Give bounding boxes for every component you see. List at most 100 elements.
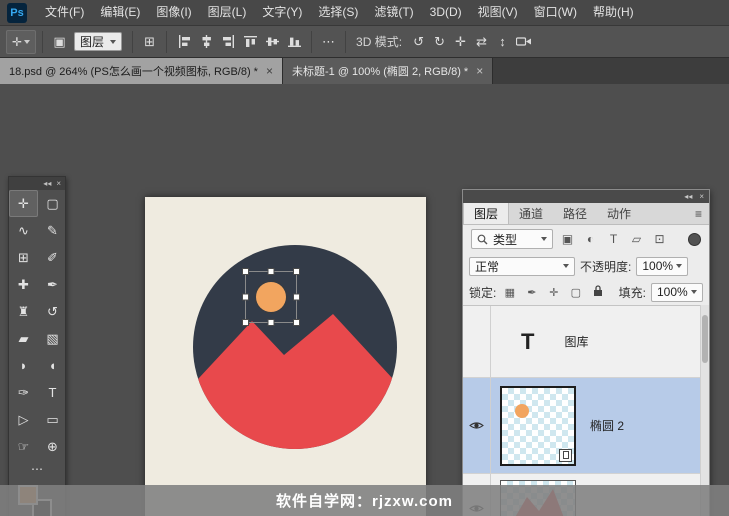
- visibility-toggle[interactable]: [463, 306, 491, 377]
- filter-shape-icon[interactable]: ▱: [628, 232, 645, 246]
- clone-stamp-tool[interactable]: ♜: [9, 298, 38, 325]
- thumbnail-sun-shape: [515, 403, 529, 418]
- align-top-icon[interactable]: [239, 34, 261, 50]
- layer-filter-row: 类型 ▣ ◐ T ▱ ⊡: [463, 225, 709, 253]
- shape-tool[interactable]: ▭: [38, 406, 67, 433]
- fill-label: 填充:: [618, 285, 646, 300]
- menu-item-edit[interactable]: 编辑(E): [92, 0, 148, 25]
- marquee-tool[interactable]: ▢: [38, 190, 67, 217]
- eyedropper-tool[interactable]: ✐: [38, 244, 67, 271]
- blur-tool[interactable]: ◗: [9, 352, 38, 379]
- move-tool[interactable]: ✛: [9, 190, 38, 217]
- lock-artboard-icon[interactable]: ▢: [567, 286, 584, 299]
- close-icon[interactable]: ×: [56, 177, 61, 190]
- menu-item-filter[interactable]: 滤镜(T): [366, 0, 421, 25]
- tool-options-bar: ✛ ▣ 图层 ⊞ ⋯ 3D 模式: ↺ ↻ ✛ ⇄ ↕: [0, 26, 729, 58]
- show-transform-controls-icon[interactable]: ⊞: [139, 34, 160, 50]
- layer-row-ellipse2-selected[interactable]: 椭圆 2: [463, 378, 709, 474]
- align-left-icon[interactable]: [173, 34, 195, 50]
- menu-item-file[interactable]: 文件(F): [37, 0, 92, 25]
- separator: [132, 30, 134, 53]
- dodge-tool[interactable]: ◖: [38, 352, 67, 379]
- menu-item-view[interactable]: 视图(V): [470, 0, 526, 25]
- close-icon[interactable]: ×: [476, 64, 483, 78]
- 3d-rotate-icon[interactable]: ↺: [408, 34, 429, 50]
- path-selection-tool[interactable]: ▷: [9, 406, 38, 433]
- menu-item-type[interactable]: 文字(Y): [254, 0, 310, 25]
- document-tab-18psd[interactable]: 18.psd @ 264% (PS怎么画一个视频图标, RGB/8) * ×: [0, 58, 283, 84]
- 3d-camera-icon[interactable]: [513, 34, 535, 50]
- brush-tool[interactable]: ✒: [38, 271, 67, 298]
- tab-channels[interactable]: 通道: [509, 203, 553, 224]
- quick-selection-tool[interactable]: ✎: [38, 217, 67, 244]
- auto-select-layers-icon[interactable]: ▣: [49, 34, 70, 50]
- menu-item-3d[interactable]: 3D(D): [422, 0, 470, 25]
- document-tab-untitled1[interactable]: 未标题-1 @ 100% (椭圆 2, RGB/8) * ×: [282, 58, 494, 84]
- collapse-panel-icon[interactable]: ◂◂: [684, 190, 692, 203]
- menu-item-help[interactable]: 帮助(H): [585, 0, 642, 25]
- close-icon[interactable]: ×: [699, 190, 704, 203]
- menu-item-layer[interactable]: 图层(L): [200, 0, 255, 25]
- lock-transparent-icon[interactable]: ▦: [501, 286, 518, 299]
- pasteboard[interactable]: ◂◂ × ✛ ▢ ∿ ✎ ⊞ ✐ ✚ ✒ ♜ ↺ ▰ ▧ ◗ ◖ ✑ T ▷ ▭…: [0, 84, 729, 516]
- type-tool[interactable]: T: [38, 379, 67, 406]
- filter-image-icon[interactable]: ▣: [559, 232, 576, 246]
- 3d-slide-icon[interactable]: ⇄: [471, 34, 492, 50]
- align-middle-vertical-icon[interactable]: [261, 34, 283, 50]
- layers-panel-tabs: 图层 通道 路径 动作 ≡: [463, 203, 709, 225]
- document-canvas[interactable]: [145, 197, 426, 516]
- collapse-panel-icon[interactable]: ◂◂: [43, 177, 51, 190]
- layer-row-tuku[interactable]: T 图库: [463, 306, 709, 378]
- 3d-roll-icon[interactable]: ↻: [429, 34, 450, 50]
- filter-type-value: 类型: [493, 232, 518, 247]
- layer-filter-type-select[interactable]: 类型: [471, 229, 553, 249]
- tab-layers[interactable]: 图层: [463, 203, 510, 224]
- separator: [42, 30, 43, 53]
- pen-tool[interactable]: ✑: [9, 379, 38, 406]
- scrollbar-thumb[interactable]: [702, 315, 708, 363]
- fill-select[interactable]: 100%: [651, 282, 703, 302]
- tab-paths[interactable]: 路径: [553, 203, 597, 224]
- tab-actions[interactable]: 动作: [597, 203, 641, 224]
- document-tab-bar: 18.psd @ 264% (PS怎么画一个视频图标, RGB/8) * × 未…: [0, 58, 729, 84]
- close-icon[interactable]: ×: [266, 64, 273, 78]
- 3d-pan-icon[interactable]: ✛: [450, 34, 471, 50]
- lock-pixels-icon[interactable]: ✒: [523, 286, 540, 299]
- filter-toggle-button[interactable]: [688, 232, 701, 246]
- toolbox-header: ◂◂ ×: [9, 177, 65, 190]
- lasso-tool[interactable]: ∿: [9, 217, 38, 244]
- eye-icon: [469, 422, 484, 429]
- align-bottom-icon[interactable]: [283, 34, 305, 50]
- zoom-tool[interactable]: ⊕: [38, 433, 67, 460]
- edit-toolbar-icon[interactable]: ⋯: [31, 462, 43, 476]
- layer-name[interactable]: 图库: [564, 333, 588, 350]
- auto-select-target-select[interactable]: 图层: [74, 32, 123, 51]
- lock-position-icon[interactable]: ✛: [545, 286, 562, 299]
- tool-preset-picker[interactable]: ✛: [6, 29, 36, 54]
- hand-tool[interactable]: ☞: [9, 433, 38, 460]
- filter-adjustment-icon[interactable]: ◐: [582, 232, 599, 246]
- filter-type-icon[interactable]: T: [605, 232, 622, 246]
- menu-item-window[interactable]: 窗口(W): [526, 0, 585, 25]
- opacity-select[interactable]: 100%: [636, 256, 689, 276]
- eraser-tool[interactable]: ▰: [9, 325, 38, 352]
- gradient-tool[interactable]: ▧: [38, 325, 67, 352]
- crop-tool[interactable]: ⊞: [9, 244, 38, 271]
- chevron-down-icon: [691, 290, 697, 294]
- 3d-scale-icon[interactable]: ↕: [492, 34, 513, 49]
- filter-smart-icon[interactable]: ⊡: [651, 232, 668, 246]
- menu-item-image[interactable]: 图像(I): [148, 0, 199, 25]
- history-brush-tool[interactable]: ↺: [38, 298, 67, 325]
- lock-all-icon[interactable]: [589, 284, 606, 300]
- healing-brush-tool[interactable]: ✚: [9, 271, 38, 298]
- panel-menu-icon[interactable]: ≡: [695, 203, 709, 224]
- layer-thumbnail[interactable]: [500, 385, 576, 466]
- blend-mode-select[interactable]: 正常: [469, 256, 575, 276]
- align-right-icon[interactable]: [217, 34, 239, 50]
- align-center-horizontal-icon[interactable]: [195, 34, 217, 50]
- more-align-options-icon[interactable]: ⋯: [318, 34, 339, 50]
- visibility-toggle[interactable]: [463, 378, 491, 473]
- layer-name[interactable]: 椭圆 2: [590, 417, 624, 434]
- lock-label: 锁定:: [469, 285, 497, 300]
- menu-item-select[interactable]: 选择(S): [310, 0, 366, 25]
